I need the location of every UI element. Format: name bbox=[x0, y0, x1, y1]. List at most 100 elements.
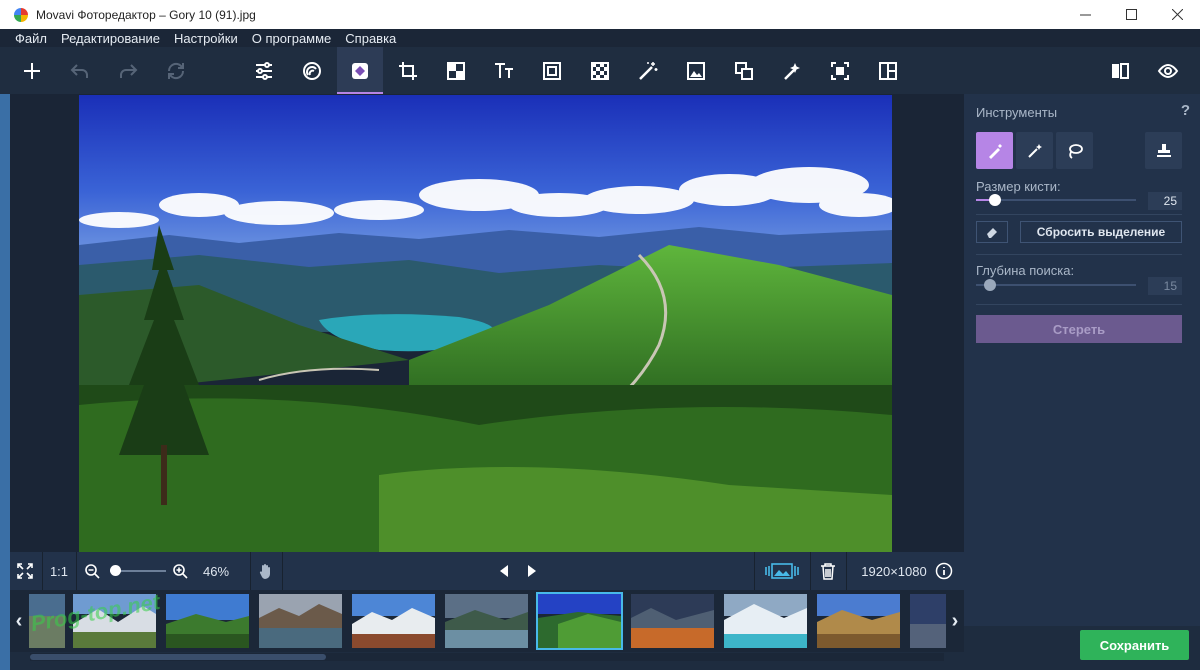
separator bbox=[810, 552, 811, 590]
highlight-icon bbox=[784, 62, 800, 80]
background-button[interactable] bbox=[577, 47, 623, 94]
fullscreen-button[interactable] bbox=[10, 552, 40, 590]
crop-button[interactable] bbox=[385, 47, 431, 94]
stamp-icon bbox=[1156, 143, 1171, 157]
preview-button[interactable] bbox=[1145, 47, 1191, 94]
info-icon bbox=[935, 562, 953, 580]
thumbnail[interactable] bbox=[910, 594, 946, 648]
separator bbox=[282, 552, 283, 590]
reset-button[interactable] bbox=[153, 47, 199, 94]
thumbnail[interactable] bbox=[631, 594, 714, 648]
reset-icon bbox=[167, 62, 185, 79]
hand-icon bbox=[259, 564, 270, 579]
help-icon[interactable]: ? bbox=[1181, 102, 1190, 119]
window-title: Movavi Фоторедактор – Gory 10 (91).jpg bbox=[36, 7, 256, 22]
image-resolution: 1920×1080 bbox=[861, 563, 927, 579]
menu-bar: Файл Редактирование Настройки О программ… bbox=[0, 29, 1200, 47]
magic-enhance-button[interactable] bbox=[625, 47, 671, 94]
thumbnail[interactable] bbox=[259, 594, 342, 648]
collage-button[interactable] bbox=[865, 47, 911, 94]
filmstrip-scroll-right[interactable]: › bbox=[946, 590, 964, 652]
fullscreen-icon bbox=[17, 563, 33, 579]
stamp-tool-button[interactable] bbox=[1145, 132, 1182, 169]
erase-button[interactable]: Стереть bbox=[976, 315, 1182, 343]
separator bbox=[754, 552, 755, 590]
delete-button[interactable] bbox=[816, 552, 840, 590]
magic-wand-tool-button[interactable] bbox=[1016, 132, 1053, 169]
magic-enhance-icon bbox=[639, 61, 658, 80]
search-depth-track[interactable] bbox=[976, 284, 1136, 286]
separator bbox=[42, 552, 43, 590]
menu-settings[interactable]: Настройки bbox=[167, 31, 245, 46]
maximize-button[interactable] bbox=[1108, 0, 1154, 29]
brush-icon bbox=[988, 143, 1002, 159]
brush-size-label: Размер кисти: bbox=[976, 179, 1061, 194]
filmstrip-scrollbar-thumb[interactable] bbox=[30, 654, 326, 660]
resize-button[interactable] bbox=[721, 47, 767, 94]
brush-tool-button[interactable] bbox=[976, 132, 1013, 169]
save-button[interactable]: Сохранить bbox=[1080, 630, 1189, 660]
zoom-slider-knob[interactable] bbox=[110, 565, 121, 576]
search-depth-label: Глубина поиска: bbox=[976, 263, 1075, 278]
retouch-button[interactable] bbox=[433, 47, 479, 94]
thumbnail[interactable] bbox=[445, 594, 528, 648]
eraser-button[interactable] bbox=[976, 221, 1008, 243]
frames-button[interactable] bbox=[529, 47, 575, 94]
zoom-actual-size-button[interactable]: 1:1 bbox=[44, 552, 74, 590]
menu-edit[interactable]: Редактирование bbox=[54, 31, 167, 46]
zoom-out-icon bbox=[85, 564, 100, 579]
insert-image-icon bbox=[687, 61, 705, 80]
insert-image-button[interactable] bbox=[673, 47, 719, 94]
thumbnail[interactable] bbox=[166, 594, 249, 648]
adjust-button[interactable] bbox=[241, 47, 287, 94]
retouch-icon bbox=[447, 61, 465, 80]
brush-size-knob[interactable] bbox=[989, 194, 1002, 206]
zoom-in-button[interactable] bbox=[170, 552, 190, 590]
zoom-percent: 46% bbox=[202, 563, 230, 579]
lasso-tool-button[interactable] bbox=[1056, 132, 1093, 169]
compare-button[interactable] bbox=[1097, 47, 1143, 94]
next-icon bbox=[528, 565, 536, 577]
maximize-icon bbox=[1125, 9, 1137, 20]
separator bbox=[76, 552, 77, 590]
close-button[interactable] bbox=[1154, 0, 1200, 29]
redo-button[interactable] bbox=[105, 47, 151, 94]
selection-button[interactable] bbox=[817, 47, 863, 94]
undo-button[interactable] bbox=[57, 47, 103, 94]
thumbnail-selected[interactable] bbox=[536, 592, 623, 650]
search-depth-value[interactable]: 15 bbox=[1148, 277, 1182, 295]
search-depth-knob[interactable] bbox=[984, 279, 996, 291]
separator bbox=[846, 552, 847, 590]
previous-image-button[interactable] bbox=[494, 552, 514, 590]
toolbar bbox=[0, 47, 1200, 94]
text-button[interactable] bbox=[481, 47, 527, 94]
window-controls bbox=[1062, 0, 1200, 29]
next-image-button[interactable] bbox=[522, 552, 542, 590]
menu-about[interactable]: О программе bbox=[245, 31, 339, 46]
filmstrip-icon bbox=[765, 563, 799, 579]
add-icon bbox=[24, 62, 40, 79]
panel-divider bbox=[976, 254, 1182, 255]
filmstrip-scroll-left[interactable]: ‹ bbox=[10, 590, 28, 652]
title-bar: Movavi Фоторедактор – Gory 10 (91).jpg bbox=[0, 0, 1200, 29]
thumbnail[interactable] bbox=[352, 594, 435, 648]
reset-selection-button[interactable]: Сбросить выделение bbox=[1020, 221, 1182, 243]
menu-file[interactable]: Файл bbox=[8, 31, 54, 46]
highlight-button[interactable] bbox=[769, 47, 815, 94]
magic-wand-icon bbox=[1027, 143, 1042, 158]
thumbnail[interactable] bbox=[724, 594, 807, 648]
menu-help[interactable]: Справка bbox=[338, 31, 403, 46]
thumbnail[interactable] bbox=[817, 594, 900, 648]
filmstrip-toggle-button[interactable] bbox=[762, 552, 802, 590]
hand-tool-button[interactable] bbox=[254, 552, 278, 590]
zoom-out-button[interactable] bbox=[82, 552, 102, 590]
info-button[interactable] bbox=[932, 552, 956, 590]
add-button[interactable] bbox=[9, 47, 55, 94]
brush-size-value[interactable]: 25 bbox=[1148, 192, 1182, 210]
lasso-icon bbox=[1068, 143, 1083, 159]
minimize-button[interactable] bbox=[1062, 0, 1108, 29]
filters-button[interactable] bbox=[289, 47, 335, 94]
object-removal-button[interactable] bbox=[337, 47, 383, 94]
photo-canvas[interactable] bbox=[79, 95, 892, 552]
panel-divider bbox=[976, 304, 1182, 305]
